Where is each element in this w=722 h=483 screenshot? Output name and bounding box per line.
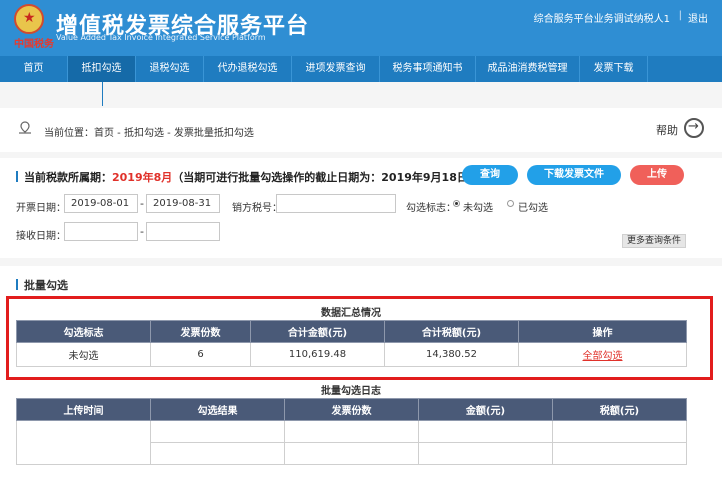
radio-checked-label[interactable]: 已勾选: [518, 199, 548, 214]
location-icon: [19, 121, 31, 134]
table-row: 未勾选 6 110,619.48 14,380.52 全部勾选: [16, 342, 687, 367]
summary-action-cell: 全部勾选: [518, 342, 687, 367]
invoice-date-from-input[interactable]: 2019-08-01: [64, 194, 138, 213]
summary-col-flag: 勾选标志: [16, 320, 151, 343]
radio-checked[interactable]: [507, 200, 514, 207]
radio-unchecked[interactable]: [453, 200, 460, 207]
log-table: 上传时间 勾选结果 发票份数 金额(元) 税额(元): [16, 398, 687, 465]
summary-col-action: 操作: [518, 320, 687, 343]
log-cell: [552, 442, 687, 465]
nav-item-invoice-query[interactable]: 进项发票查询: [292, 56, 380, 82]
nav-item-home[interactable]: 首页: [0, 56, 68, 82]
seller-tax-id-label: 销方税号：: [232, 203, 282, 214]
summary-flag-cell: 未勾选: [16, 342, 151, 367]
breadcrumb: 当前位置：首页 - 抵扣勾选 - 发票批量抵扣勾选: [44, 128, 254, 139]
check-flag-label: 勾选标志：: [406, 203, 456, 214]
user-name: 综合服务平台业务调试纳税人1: [533, 14, 670, 25]
invoice-date-to-input[interactable]: 2019-08-31: [146, 194, 220, 213]
receive-date-from-input[interactable]: [64, 222, 138, 241]
section-marker: [16, 279, 18, 290]
log-cell: [150, 420, 285, 443]
select-all-link[interactable]: 全部勾选: [583, 351, 623, 362]
nav-item-notice[interactable]: 税务事项通知书: [380, 56, 476, 82]
summary-count-cell: 6: [150, 342, 251, 367]
main-nav: 首页 抵扣勾选 退税勾选 代办退税勾选 进项发票查询 税务事项通知书 成品油消费…: [0, 56, 722, 82]
nav-item-invoice-download[interactable]: 发票下载: [580, 56, 648, 82]
batch-section-title: 批量勾选: [16, 277, 68, 293]
table-row: [16, 420, 687, 465]
receive-date-label: 接收日期：: [16, 231, 66, 242]
log-cell: [284, 420, 419, 443]
period-note: （当期可进行批量勾选操作的截止日期为：2019年9月18日）: [172, 171, 479, 184]
log-cell: [552, 420, 687, 443]
active-tab-indicator: [102, 82, 103, 106]
log-cell: [418, 442, 553, 465]
log-cell: [16, 420, 151, 465]
summary-caption: 数据汇总情况: [321, 308, 381, 319]
seller-tax-id-input[interactable]: [276, 194, 396, 213]
receive-date-to-input[interactable]: [146, 222, 220, 241]
upload-button[interactable]: 上传: [630, 165, 684, 185]
section-marker: [16, 171, 18, 182]
tax-emblem-icon: ★: [14, 4, 44, 34]
summary-amount-cell: 110,619.48: [250, 342, 385, 367]
breadcrumb-bar: 当前位置：首页 - 抵扣勾选 - 发票批量抵扣勾选 帮助 →: [0, 108, 722, 152]
nav-item-oil-tax[interactable]: 成品油消费税管理: [476, 56, 580, 82]
app-subtitle: Value Added Tax Invoice Integrated Servi…: [56, 33, 266, 42]
log-caption: 批量勾选日志: [321, 386, 381, 397]
period-label: 当前税款所属期：: [24, 171, 112, 184]
invoice-date-label: 开票日期：: [16, 203, 66, 214]
more-conditions-button[interactable]: 更多查询条件: [622, 234, 686, 248]
log-cell: [284, 442, 419, 465]
log-col-tax: 税额(元): [552, 398, 687, 421]
summary-tax-cell: 14,380.52: [384, 342, 519, 367]
summary-table: 勾选标志 发票份数 合计金额(元) 合计税额(元) 操作 未勾选 6 110,6…: [16, 320, 687, 367]
log-col-upload-time: 上传时间: [16, 398, 151, 421]
header-separator: |: [678, 10, 682, 21]
nav-item-deduction[interactable]: 抵扣勾选: [68, 56, 136, 82]
log-col-result: 勾选结果: [150, 398, 285, 421]
nav-item-agent-refund[interactable]: 代办退税勾选: [204, 56, 292, 82]
help-link[interactable]: 帮助: [656, 122, 678, 138]
arrow-right-circle-icon[interactable]: →: [684, 118, 704, 138]
log-cell: [150, 442, 285, 465]
date-range-dash: -: [140, 197, 144, 210]
logout-link[interactable]: 退出: [688, 10, 708, 25]
summary-col-amount: 合计金额(元): [250, 320, 385, 343]
nav-item-refund[interactable]: 退税勾选: [136, 56, 204, 82]
batch-title-text: 批量勾选: [24, 279, 68, 292]
period-value: 2019年8月: [112, 171, 173, 184]
tax-period: 当前税款所属期：2019年8月（当期可进行批量勾选操作的截止日期为：2019年9…: [16, 169, 479, 185]
radio-unchecked-label[interactable]: 未勾选: [463, 199, 493, 214]
summary-col-count: 发票份数: [150, 320, 251, 343]
receive-range-dash: -: [140, 225, 144, 238]
summary-col-tax: 合计税额(元): [384, 320, 519, 343]
log-header-row: 上传时间 勾选结果 发票份数 金额(元) 税额(元): [16, 398, 687, 421]
brand-logo-text: 中国税务: [14, 39, 54, 50]
query-button[interactable]: 查询: [462, 165, 518, 185]
log-col-amount: 金额(元): [418, 398, 553, 421]
download-invoice-button[interactable]: 下载发票文件: [527, 165, 621, 185]
log-col-count: 发票份数: [284, 398, 419, 421]
summary-header-row: 勾选标志 发票份数 合计金额(元) 合计税额(元) 操作: [16, 320, 687, 343]
log-cell: [418, 420, 553, 443]
app-header: ★ 中国税务 增值税发票综合服务平台 Value Added Tax Invoi…: [0, 0, 722, 56]
